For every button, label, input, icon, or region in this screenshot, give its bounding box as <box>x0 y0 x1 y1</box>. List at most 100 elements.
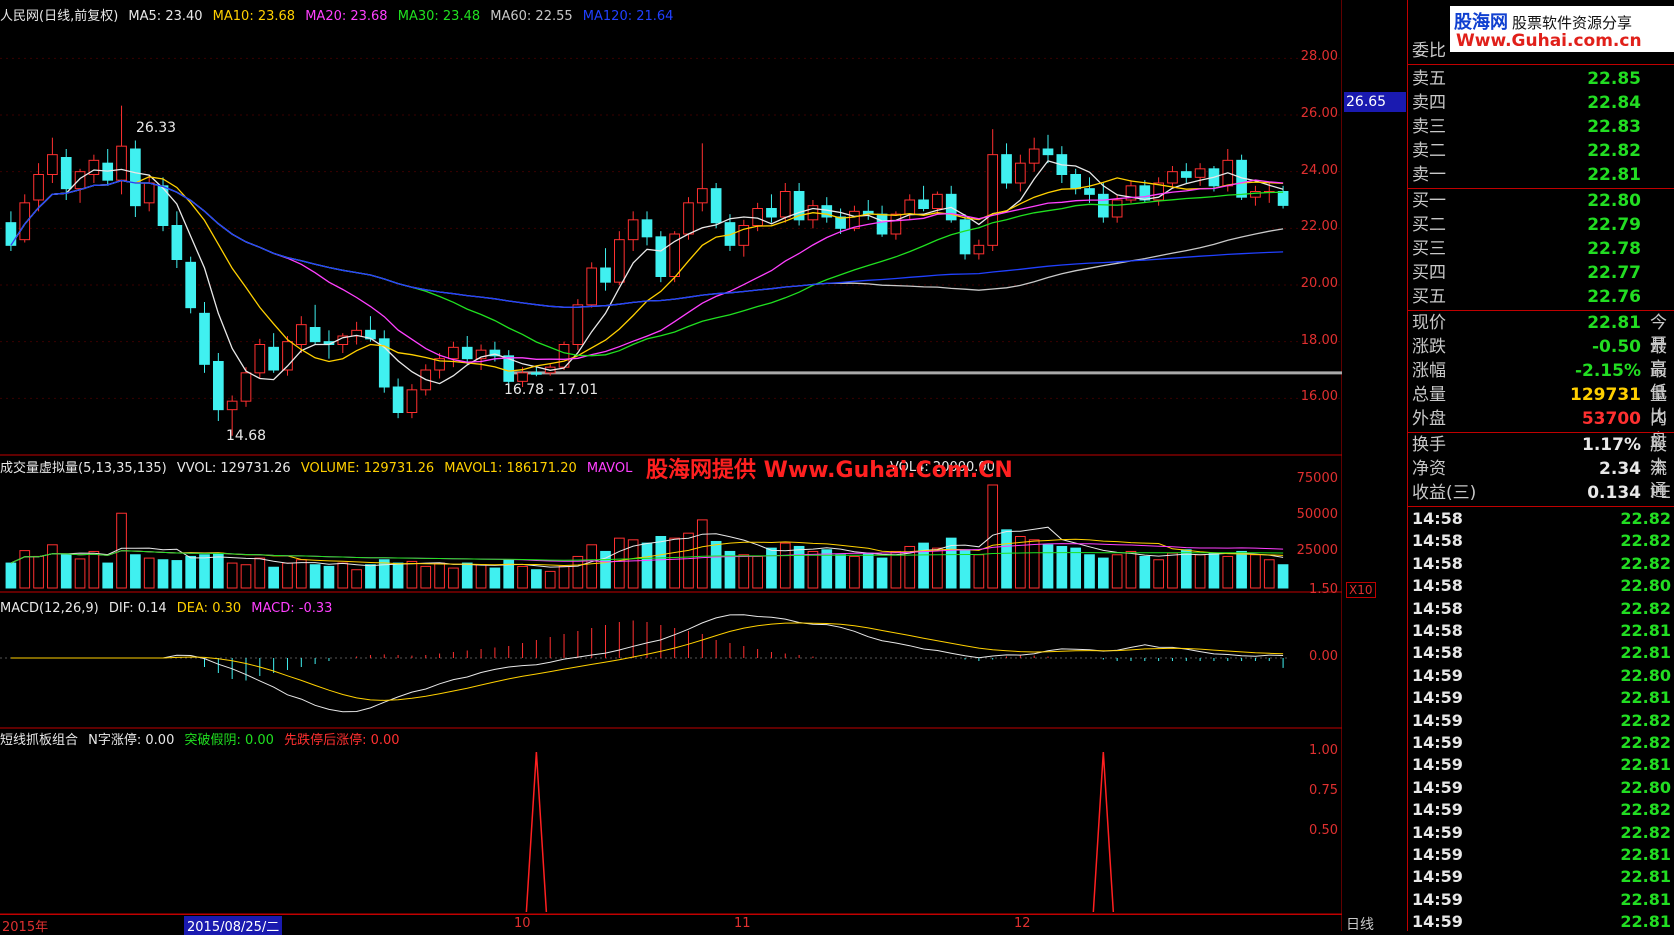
bid-row-value: 22.76 <box>1587 287 1641 307</box>
ask-row: 卖四 22.84 <box>1408 92 1674 114</box>
quote-row-value: 22.81 <box>1587 313 1641 333</box>
trade-price: 22.81 <box>1620 755 1671 775</box>
candle-body <box>19 202 31 241</box>
volume-bar <box>199 554 210 589</box>
volume-unit: X10 <box>1346 582 1376 598</box>
candle-body <box>766 208 777 218</box>
trade-row: 14:59 22.82 <box>1408 710 1674 732</box>
candle-body <box>987 154 999 246</box>
n-signal-label: N字涨停: 0.00 <box>88 733 175 748</box>
volume-bar <box>406 560 418 589</box>
volume-bar <box>1097 557 1109 589</box>
candle-body <box>779 191 791 218</box>
volume-bar <box>1015 535 1026 589</box>
bid-row: 买一 22.80 <box>1408 190 1674 212</box>
bid-row-value: 22.79 <box>1587 215 1641 235</box>
volume-bar <box>157 559 169 589</box>
candle-body <box>1042 148 1054 156</box>
trade-price: 22.82 <box>1620 800 1671 820</box>
signal-legend: 短线抓板组合 N字涨停: 0.00 突破假阴: 0.00 先跌停后涨停: 0.0… <box>0 732 406 750</box>
trade-row: 14:59 22.82 <box>1408 732 1674 754</box>
bid-row: 买四 22.77 <box>1408 262 1674 284</box>
candle-body <box>199 312 210 365</box>
quote-panel: 委比 卖五 22.85 卖四 22.84 卖三 22.83 卖二 22.82 卖一 22.81 买一 2… <box>1407 0 1674 931</box>
volume-bar <box>1028 539 1040 589</box>
ask-row-label: 卖一 <box>1412 165 1446 185</box>
candle-body <box>226 400 238 411</box>
volume-bar <box>448 567 459 589</box>
bid-row-value: 22.80 <box>1587 191 1641 211</box>
price-tick-label: 26.00 <box>1300 106 1338 121</box>
volume-bar <box>475 564 487 589</box>
quote-row-label: 现价 <box>1412 313 1446 333</box>
trade-time: 14:59 <box>1412 733 1463 752</box>
stat-row-value: 1.17% <box>1582 435 1641 455</box>
ask-row-label: 卖四 <box>1412 93 1446 113</box>
quote-row-label: 总量 <box>1412 385 1446 405</box>
range-annotation: 16.78 - 17.01 <box>504 382 599 398</box>
guhai-logo: 股海网 股票软件资源分享 Www.Guhai.com.cn <box>1450 6 1674 52</box>
period-label[interactable]: 日线 <box>1346 914 1374 934</box>
date-month-12: 12 <box>1014 916 1031 931</box>
trade-price: 22.81 <box>1620 688 1671 708</box>
signal-spike <box>525 751 548 913</box>
candle-body <box>1139 185 1151 201</box>
trade-time: 14:59 <box>1412 889 1463 909</box>
volume-bar <box>171 560 183 589</box>
ask-row-value: 22.83 <box>1587 117 1641 137</box>
candle-body <box>406 389 418 414</box>
bid-row: 买二 22.79 <box>1408 214 1674 236</box>
volume-bar <box>268 566 279 589</box>
price-tick-label: 22.00 <box>1300 219 1338 235</box>
volume-bar <box>88 550 100 589</box>
volume-bar <box>738 554 750 589</box>
price-tick-label: 20.00 <box>1300 276 1338 291</box>
volume-bar <box>835 554 846 589</box>
volume-bar <box>932 547 943 589</box>
trade-row: 14:58 22.81 <box>1408 620 1674 642</box>
candle-body <box>641 219 653 238</box>
candle-body <box>60 157 72 190</box>
quote-row-value: 53700 <box>1581 409 1641 429</box>
volume-bar <box>337 562 349 589</box>
date-selected[interactable]: 2015/08/25/二 <box>184 916 283 935</box>
trade-time: 14:58 <box>1412 598 1463 618</box>
candle-body <box>268 346 279 371</box>
candle-body <box>572 304 584 346</box>
candle-body <box>1277 191 1289 206</box>
stat-row-value: 0.134 <box>1587 483 1641 503</box>
candle-body <box>655 236 667 277</box>
logo-url: Www.Guhai.com.cn <box>1456 31 1642 51</box>
ask-row-label: 卖三 <box>1412 117 1446 137</box>
volume-bar <box>434 562 445 589</box>
trade-price: 22.81 <box>1620 845 1671 864</box>
volume-bar <box>489 567 501 589</box>
ma10-label: MA10: 23.68 <box>212 9 296 24</box>
trade-time: 14:59 <box>1412 777 1463 797</box>
ask-row: 卖五 22.85 <box>1408 68 1674 90</box>
trade-time: 14:58 <box>1412 531 1463 551</box>
bid-row: 买五 22.76 <box>1408 286 1674 308</box>
stat-row-value: 2.34 <box>1599 459 1641 479</box>
volume-bar <box>614 537 625 589</box>
candle-body <box>1028 148 1040 164</box>
trade-time: 14:58 <box>1412 621 1463 640</box>
panel-separator <box>1408 432 1674 433</box>
candle-body <box>1097 193 1109 218</box>
chart-area[interactable]: 人民网(日线,前复权) MA5: 23.40 MA10: 23.68 MA20:… <box>0 0 1342 935</box>
volume-bar <box>586 544 598 589</box>
stat-row: 净资 2.34 流通 <box>1408 458 1674 501</box>
stat-row: 收益(三) 0.134 PE <box>1408 482 1674 504</box>
ma20-label: MA20: 23.68 <box>305 9 388 24</box>
trade-row: 14:58 22.80 <box>1408 575 1674 597</box>
candle-body <box>531 372 542 375</box>
volume-bar <box>185 555 197 589</box>
candle-body <box>600 267 611 283</box>
trade-row: 14:58 22.82 <box>1408 553 1674 575</box>
price-tick-label: 24.00 <box>1300 162 1338 178</box>
trade-price: 22.81 <box>1620 621 1671 640</box>
price-tick-label: 18.00 <box>1300 332 1338 348</box>
volume-bar <box>793 545 805 589</box>
candle-body <box>959 219 971 255</box>
volume-bar <box>378 559 390 589</box>
